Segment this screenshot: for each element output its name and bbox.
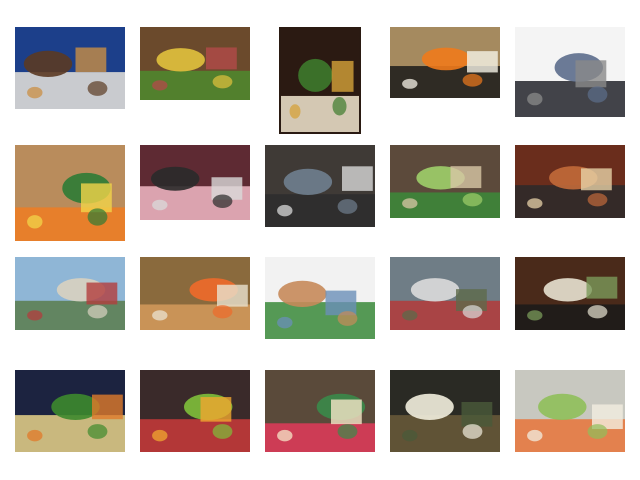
thumbnail-image xyxy=(140,27,250,100)
thumbnail-image xyxy=(390,27,500,98)
thumbnail-image xyxy=(265,145,375,227)
thumbnail-slicing-cucumbers[interactable] xyxy=(390,145,500,218)
thumbnail-vegetable-soup[interactable] xyxy=(515,370,625,452)
thumbnail-dinner-table[interactable] xyxy=(515,257,625,330)
thumbnail-image xyxy=(515,370,625,452)
thumbnail-image xyxy=(140,370,250,452)
thumbnail-vegetable-display-with-sign[interactable] xyxy=(140,27,250,100)
thumbnail-kitchen-counter[interactable] xyxy=(515,145,625,218)
thumbnail-image xyxy=(390,257,500,330)
thumbnail-image xyxy=(265,257,375,339)
thumbnail-chopping-carrots[interactable] xyxy=(390,27,500,98)
thumbnail-evening-gathering[interactable] xyxy=(390,370,500,452)
thumbnail-image xyxy=(515,27,625,117)
thumbnail-desk-gadgets[interactable] xyxy=(265,145,375,227)
thumbnail-image xyxy=(15,370,125,452)
thumbnail-tiered-cake[interactable] xyxy=(279,27,361,134)
thumbnail-clothing-collage[interactable] xyxy=(515,27,625,117)
thumbnail-image xyxy=(281,29,359,132)
image-grid xyxy=(0,0,640,480)
thumbnail-image xyxy=(140,257,250,330)
thumbnail-image xyxy=(390,145,500,218)
thumbnail-image xyxy=(15,257,125,330)
thumbnail-tent-market-stall[interactable] xyxy=(15,27,125,109)
thumbnail-image xyxy=(15,145,125,241)
thumbnail-image xyxy=(15,27,125,109)
thumbnail-school-booth[interactable] xyxy=(140,145,250,220)
thumbnail-carrots-on-board[interactable] xyxy=(140,257,250,330)
thumbnail-image xyxy=(515,257,625,330)
thumbnail-fruit-market[interactable] xyxy=(140,370,250,452)
thumbnail-felt-carrots-and-corn[interactable] xyxy=(15,145,125,241)
thumbnail-image xyxy=(140,145,250,220)
thumbnail-image xyxy=(515,145,625,218)
thumbnail-image xyxy=(390,370,500,452)
thumbnail-image xyxy=(265,370,375,452)
thumbnail-lakeside-festival[interactable] xyxy=(15,257,125,330)
thumbnail-groceries-on-table[interactable] xyxy=(265,257,375,339)
thumbnail-roasted-vegetables[interactable] xyxy=(15,370,125,452)
thumbnail-produce-stall[interactable] xyxy=(265,370,375,452)
thumbnail-market-bins[interactable] xyxy=(390,257,500,330)
